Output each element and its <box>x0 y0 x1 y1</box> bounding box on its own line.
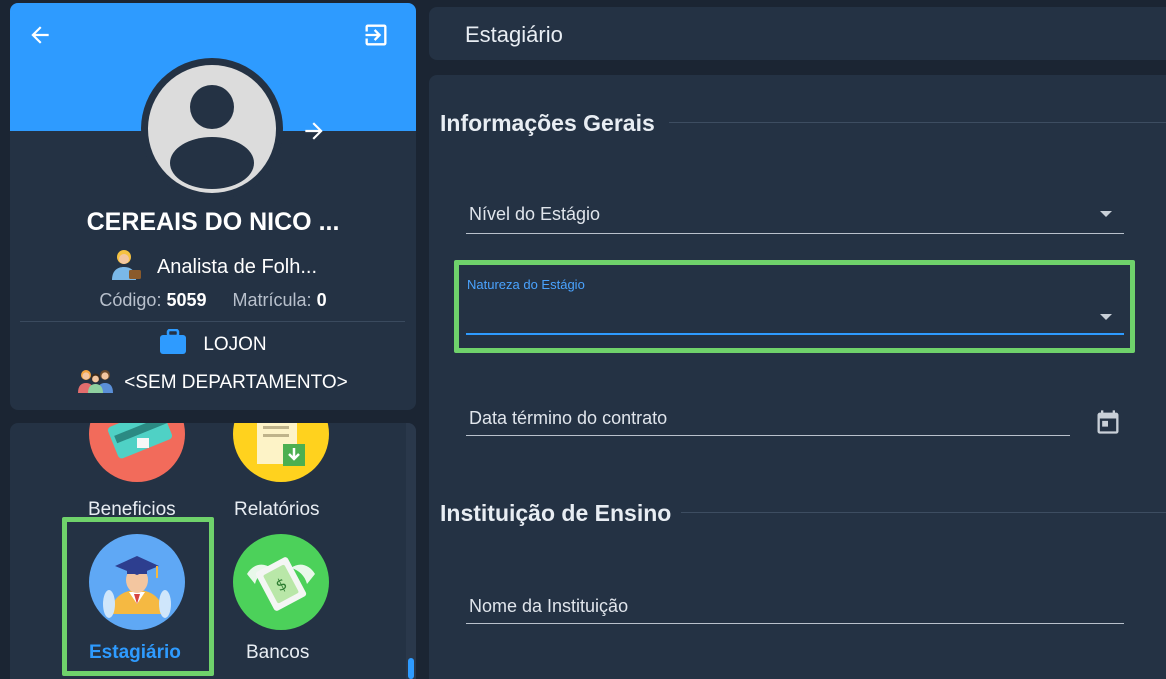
contract-end-date-field[interactable]: Data término do contrato <box>466 400 1070 436</box>
institution-divider <box>681 512 1166 513</box>
internship-level-label: Nível do Estágio <box>469 204 601 224</box>
code-field: Código: 5059 <box>99 290 206 311</box>
reports-icon[interactable] <box>233 423 329 482</box>
menu-panel: Beneficios Relatórios Estagiário $ Banco… <box>10 423 416 679</box>
department-row: <SEM DEPARTAMENTO> <box>10 367 416 399</box>
chevron-down-icon[interactable] <box>1100 211 1112 217</box>
department-name: <SEM DEPARTAMENTO> <box>124 372 348 393</box>
profile-card: CEREAIS DO NICO ... Analista de Folh... … <box>10 3 416 410</box>
briefcase-icon <box>159 328 187 361</box>
menu-label-benefits[interactable]: Beneficios <box>88 499 176 521</box>
avatar-frame <box>141 58 283 200</box>
calendar-icon[interactable] <box>1090 404 1126 440</box>
internship-nature-underline <box>466 333 1124 335</box>
registration-value: 0 <box>316 290 327 310</box>
general-info-section-title: Informações Gerais <box>440 110 655 136</box>
menu-label-reports[interactable]: Relatórios <box>234 499 320 521</box>
store-row: LOJON <box>10 328 416 361</box>
chevron-down-icon[interactable] <box>1100 314 1112 320</box>
benefits-card-icon[interactable] <box>89 423 185 482</box>
role-text: Analista de Folh... <box>156 255 318 278</box>
internship-level-underline <box>466 233 1124 234</box>
internship-nature-label: Natureza do Estágio <box>467 277 585 292</box>
logout-icon[interactable] <box>358 17 394 53</box>
internship-level-select[interactable]: Nível do Estágio <box>466 200 1124 235</box>
role-row: Analista de Folh... <box>10 248 416 286</box>
page-header: Estagiário <box>429 7 1166 60</box>
contract-end-date-underline <box>466 435 1070 436</box>
institution-section-title: Instituição de Ensino <box>440 500 672 526</box>
institution-name-field[interactable]: Nome da Instituição <box>466 588 1124 624</box>
avatar[interactable] <box>148 65 276 193</box>
general-info-divider <box>669 122 1166 123</box>
menu-label-banks[interactable]: Bancos <box>246 642 309 664</box>
menu-label-intern[interactable]: Estagiário <box>89 642 181 664</box>
codes-row: Código: 5059 Matrícula: 0 <box>10 290 416 311</box>
banks-money-icon[interactable]: $ <box>233 534 329 630</box>
forward-arrow-icon[interactable] <box>296 113 332 149</box>
contract-end-date-label: Data término do contrato <box>469 408 668 428</box>
menu-scrollbar[interactable] <box>406 423 416 679</box>
employee-icon <box>109 248 143 286</box>
code-label: Código: <box>99 290 162 310</box>
menu-scrollbar-thumb[interactable] <box>408 658 414 679</box>
code-value: 5059 <box>166 290 207 310</box>
institution-name-label: Nome da Instituição <box>469 596 629 616</box>
intern-graduate-icon[interactable] <box>89 534 185 630</box>
registration-label: Matrícula: <box>232 290 312 310</box>
institution-name-underline <box>466 623 1124 624</box>
back-arrow-icon[interactable] <box>22 17 58 53</box>
company-name: CEREAIS DO NICO ... <box>86 208 340 236</box>
registration-field: Matrícula: 0 <box>233 290 327 311</box>
page-title: Estagiário <box>465 22 563 47</box>
store-name: LOJON <box>203 334 267 355</box>
form-content: Informações Gerais Nível do Estágio Natu… <box>429 75 1166 679</box>
team-icon <box>78 367 114 399</box>
profile-divider <box>20 321 405 322</box>
internship-nature-select[interactable]: Natureza do Estágio <box>466 277 1124 337</box>
